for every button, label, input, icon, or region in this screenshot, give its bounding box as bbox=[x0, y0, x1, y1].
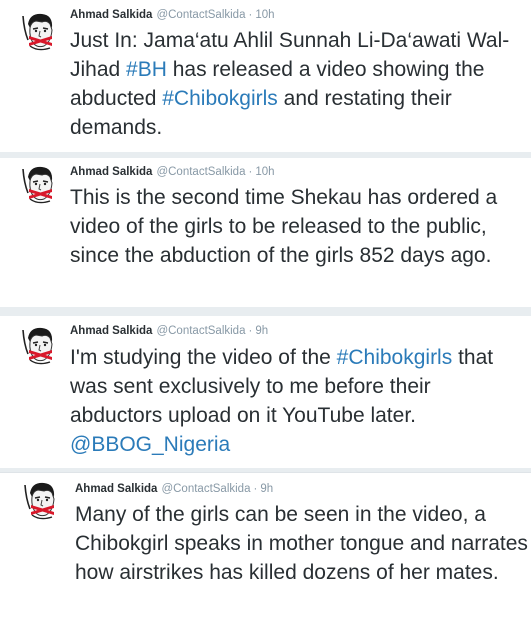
hashtag-link[interactable]: #BH bbox=[126, 58, 167, 81]
tweet[interactable]: Ahmad Salkida @ContactSalkida · 9h I'm stud… bbox=[0, 316, 531, 468]
tweet[interactable]: Ahmad Salkida @ContactSalkida · 9h Many of … bbox=[0, 472, 531, 626]
tweet-header: Ahmad Salkida @ContactSalkida · 9h bbox=[70, 325, 268, 337]
separator: · bbox=[248, 9, 253, 21]
tweet-header: Ahmad Salkida @ContactSalkida · 10h bbox=[70, 9, 275, 21]
timestamp[interactable]: 9h bbox=[255, 325, 268, 337]
mention-link[interactable]: @BBOG_Nigeria bbox=[70, 433, 230, 456]
avatar[interactable] bbox=[20, 10, 60, 52]
timestamp[interactable]: 10h bbox=[255, 9, 274, 21]
tweet[interactable]: Ahmad Salkida @ContactSalkida · 10h This is… bbox=[0, 158, 531, 307]
text-segment: I'm studying the video of the bbox=[70, 346, 337, 369]
tweet-text: I'm studying the video of the #Chibokgir… bbox=[70, 343, 525, 459]
author-name[interactable]: Ahmad Salkida bbox=[70, 9, 152, 21]
hashtag-link[interactable]: #Chibokgirls bbox=[337, 346, 453, 369]
text-segment: Many of the girls can be seen in the vid… bbox=[75, 503, 528, 584]
tweet-feed: Ahmad Salkida @ContactSalkida · 10h Just In… bbox=[0, 0, 531, 626]
tweet-text: Just In: Jama‘atu Ahlil Sunnah Li-Da‘awa… bbox=[70, 26, 525, 142]
tweet-header: Ahmad Salkida @ContactSalkida · 9h bbox=[75, 483, 273, 495]
hashtag-link[interactable]: #Chibokgirls bbox=[162, 87, 278, 110]
avatar-portrait-icon bbox=[22, 327, 53, 365]
avatar-portrait-icon bbox=[24, 482, 55, 520]
author-name[interactable]: Ahmad Salkida bbox=[70, 325, 152, 337]
avatar[interactable] bbox=[22, 479, 62, 521]
author-name[interactable]: Ahmad Salkida bbox=[75, 483, 157, 495]
author-handle[interactable]: @ContactSalkida bbox=[156, 9, 245, 21]
author-handle[interactable]: @ContactSalkida bbox=[156, 166, 245, 178]
avatar-portrait-icon bbox=[22, 166, 53, 204]
text-segment: This is the second time Shekau has order… bbox=[70, 186, 498, 267]
avatar[interactable] bbox=[20, 324, 60, 366]
tweet-text: Many of the girls can be seen in the vid… bbox=[75, 500, 530, 587]
author-handle[interactable]: @ContactSalkida bbox=[161, 483, 250, 495]
separator: · bbox=[248, 325, 253, 337]
avatar-portrait-icon bbox=[22, 13, 53, 51]
tweet-header: Ahmad Salkida @ContactSalkida · 10h bbox=[70, 166, 275, 178]
author-name[interactable]: Ahmad Salkida bbox=[70, 166, 152, 178]
tweet[interactable]: Ahmad Salkida @ContactSalkida · 10h Just In… bbox=[0, 0, 531, 152]
tweet-text: This is the second time Shekau has order… bbox=[70, 183, 525, 270]
timestamp[interactable]: 10h bbox=[255, 166, 274, 178]
separator: · bbox=[248, 166, 253, 178]
author-handle[interactable]: @ContactSalkida bbox=[156, 325, 245, 337]
avatar[interactable] bbox=[20, 163, 60, 205]
timestamp[interactable]: 9h bbox=[260, 483, 273, 495]
separator: · bbox=[253, 483, 258, 495]
